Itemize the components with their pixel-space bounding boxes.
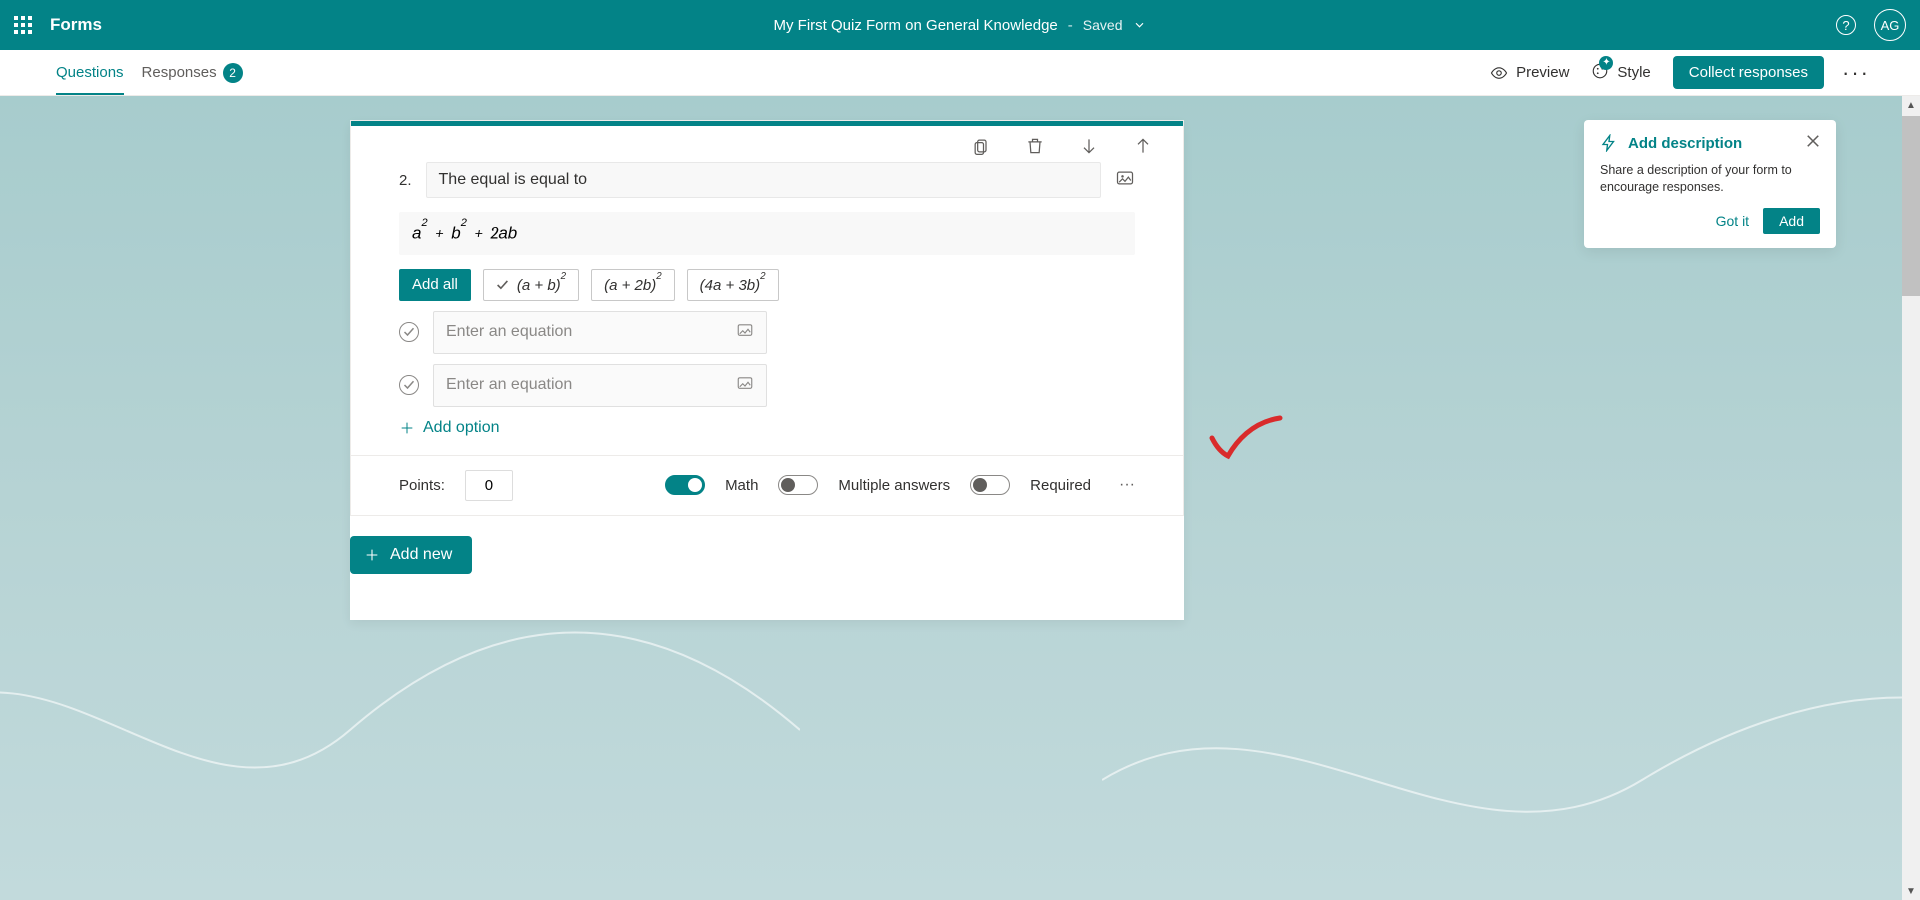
lightning-icon: [1600, 134, 1618, 152]
preview-button[interactable]: Preview: [1490, 64, 1569, 82]
got-it-button[interactable]: Got it: [1716, 213, 1749, 229]
suggestion-chip-2[interactable]: (a + 2b)2: [591, 269, 675, 301]
app-header: Forms My First Quiz Form on General Know…: [0, 0, 1920, 50]
question-card: 2. The equal is equal to a2 + b2 + 2ab A…: [350, 120, 1184, 516]
close-icon[interactable]: [1806, 134, 1820, 152]
help-icon[interactable]: ?: [1836, 15, 1856, 35]
insert-media-icon[interactable]: [1115, 168, 1135, 193]
scrollbar[interactable]: ▲ ▼: [1902, 96, 1920, 900]
question-footer: Points: Math Multiple answers Required ·…: [351, 455, 1183, 515]
tabs: Questions Responses 2: [56, 50, 243, 95]
scroll-down-icon[interactable]: ▼: [1902, 882, 1920, 900]
app-name: Forms: [50, 15, 102, 35]
suggestion-chip-1[interactable]: (a + b)2: [483, 269, 579, 301]
required-label: Required: [1030, 477, 1091, 494]
correct-answer-toggle[interactable]: [399, 375, 419, 395]
side-panel-title: Add description: [1628, 135, 1742, 152]
option-row-2: Enter an equation: [399, 364, 1135, 407]
tab-responses[interactable]: Responses 2: [142, 50, 243, 95]
scroll-up-icon[interactable]: ▲: [1902, 96, 1920, 114]
math-toggle[interactable]: [665, 475, 705, 495]
side-panel: Add description Share a description of y…: [1584, 120, 1836, 248]
add-all-button[interactable]: Add all: [399, 269, 471, 301]
side-panel-description: Share a description of your form to enco…: [1600, 162, 1820, 196]
question-number: 2.: [399, 172, 412, 189]
add-new-button[interactable]: Add new: [350, 536, 472, 574]
side-panel-add-button[interactable]: Add: [1763, 208, 1820, 234]
dash: -: [1068, 17, 1073, 34]
eye-icon: [1490, 64, 1508, 82]
insert-media-icon[interactable]: [736, 374, 754, 397]
responses-count-badge: 2: [223, 63, 243, 83]
suggestion-chip-3[interactable]: (4a + 3b)2: [687, 269, 779, 301]
side-panel-header: Add description: [1600, 134, 1820, 152]
header-right: ? AG: [1836, 9, 1906, 41]
toolbar-right: Preview ✦ Style Collect responses ···: [1490, 56, 1870, 89]
copy-icon[interactable]: [971, 136, 991, 156]
plus-icon: [364, 547, 380, 563]
correct-answer-toggle[interactable]: [399, 322, 419, 342]
annotation-checkmark: [1206, 412, 1286, 462]
option-input-2[interactable]: Enter an equation: [433, 364, 767, 407]
workspace: 2. The equal is equal to a2 + b2 + 2ab A…: [0, 96, 1902, 900]
arrow-down-icon[interactable]: [1079, 136, 1099, 156]
option-row-1: Enter an equation: [399, 311, 1135, 354]
question-actions: [351, 126, 1183, 156]
multiple-answers-toggle[interactable]: [778, 475, 818, 495]
insert-media-icon[interactable]: [736, 321, 754, 344]
arrow-up-icon[interactable]: [1133, 136, 1153, 156]
multiple-answers-label: Multiple answers: [838, 477, 950, 494]
math-label: Math: [725, 477, 758, 494]
question-text-input[interactable]: The equal is equal to: [426, 162, 1101, 198]
equation-display[interactable]: a2 + b2 + 2ab: [399, 212, 1135, 255]
suggestion-row: Add all (a + b)2 (a + 2b)2 (4a + 3b)2: [399, 269, 1135, 301]
points-label: Points:: [399, 477, 445, 494]
tab-questions[interactable]: Questions: [56, 50, 124, 95]
scroll-thumb[interactable]: [1902, 116, 1920, 296]
more-icon[interactable]: ···: [1842, 60, 1870, 86]
avatar[interactable]: AG: [1874, 9, 1906, 41]
form-title-area[interactable]: My First Quiz Form on General Knowledge …: [774, 17, 1147, 34]
wave-decoration: [1102, 520, 1902, 900]
collect-responses-button[interactable]: Collect responses: [1673, 56, 1824, 89]
form-card: 2. The equal is equal to a2 + b2 + 2ab A…: [350, 120, 1184, 620]
style-button[interactable]: ✦ Style: [1591, 62, 1650, 84]
chevron-down-icon[interactable]: [1132, 18, 1146, 32]
add-option-button[interactable]: Add option: [399, 419, 1135, 437]
required-toggle[interactable]: [970, 475, 1010, 495]
form-title: My First Quiz Form on General Knowledge: [774, 17, 1058, 34]
toolbar: Questions Responses 2 Preview ✦ Style Co…: [0, 50, 1920, 96]
trash-icon[interactable]: [1025, 136, 1045, 156]
plus-icon: [399, 420, 415, 436]
save-status: Saved: [1083, 17, 1123, 33]
question-more-icon[interactable]: ···: [1119, 476, 1135, 494]
app-launcher-icon[interactable]: [14, 16, 32, 34]
check-icon: [496, 280, 509, 290]
points-input[interactable]: [465, 470, 513, 501]
side-panel-actions: Got it Add: [1600, 208, 1820, 234]
option-input-1[interactable]: Enter an equation: [433, 311, 767, 354]
style-badge-icon: ✦: [1599, 56, 1613, 70]
